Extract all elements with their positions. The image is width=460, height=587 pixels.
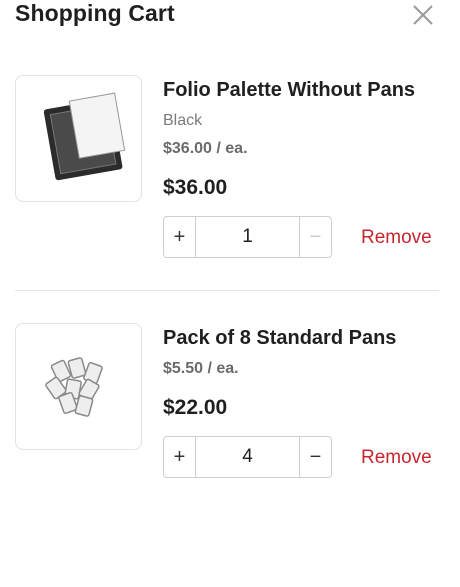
product-thumbnail[interactable]	[15, 323, 142, 450]
quantity-stepper: + 4 −	[163, 436, 332, 478]
quantity-stepper: + 1 −	[163, 216, 332, 258]
line-total: $36.00	[163, 176, 228, 199]
increase-quantity-button[interactable]: +	[164, 217, 196, 257]
product-name[interactable]: Pack of 8 Standard Pans	[163, 327, 396, 350]
quantity-value[interactable]: 4	[196, 437, 299, 477]
cart-header: Shopping Cart	[0, 0, 460, 36]
decrease-quantity-button[interactable]: −	[299, 437, 331, 477]
product-thumbnail[interactable]	[15, 75, 142, 202]
remove-button[interactable]: Remove	[361, 447, 432, 469]
product-variant: Black	[163, 112, 203, 129]
line-total: $22.00	[163, 396, 228, 419]
unit-price: $5.50 / ea.	[163, 360, 239, 377]
close-icon[interactable]	[410, 2, 436, 28]
quantity-value[interactable]: 1	[196, 217, 299, 257]
page-title: Shopping Cart	[15, 0, 175, 26]
decrease-quantity-button[interactable]: −	[299, 217, 331, 257]
item-divider	[15, 290, 439, 291]
increase-quantity-button[interactable]: +	[164, 437, 196, 477]
palette-image	[43, 92, 126, 181]
unit-price: $36.00 / ea.	[163, 140, 248, 157]
remove-button[interactable]: Remove	[361, 227, 432, 249]
pans-image	[45, 357, 103, 417]
product-name[interactable]: Folio Palette Without Pans	[163, 79, 415, 102]
